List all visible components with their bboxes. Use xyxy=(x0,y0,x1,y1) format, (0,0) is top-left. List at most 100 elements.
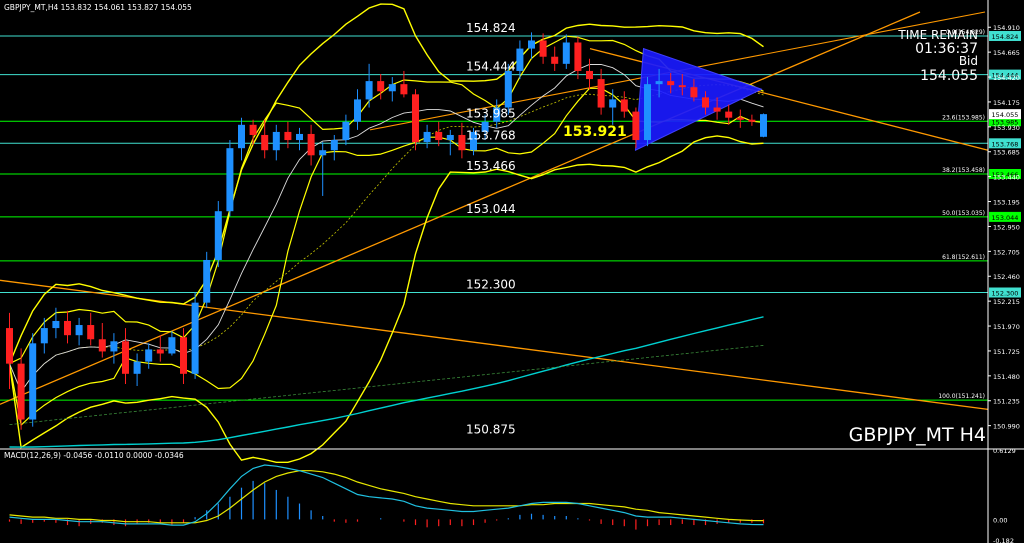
candle-body xyxy=(388,84,396,92)
candle-body xyxy=(180,337,187,374)
candle-body xyxy=(713,107,721,112)
candle-body xyxy=(748,119,756,122)
candle-body xyxy=(330,140,338,151)
candle-body xyxy=(296,133,303,141)
candle-body xyxy=(690,87,698,98)
price-tick-label: 151.970 xyxy=(993,323,1020,331)
fib-label: 38.2(153.458) xyxy=(942,167,985,174)
candle-body xyxy=(145,349,153,362)
candle-body xyxy=(586,70,593,80)
price-tick-label: 154.420 xyxy=(993,74,1020,82)
candle-body xyxy=(377,81,385,92)
candle[interactable] xyxy=(191,292,199,379)
level-label: 150.875 xyxy=(466,422,516,436)
candle[interactable] xyxy=(760,113,767,138)
time-remain-label: TIME REMAIN xyxy=(897,28,978,42)
price-tick-label: 153.685 xyxy=(993,149,1020,157)
chart-info-text: GBPJPY_MT,H4 153.832 154.061 153.827 154… xyxy=(4,3,192,12)
price-tick-label: 151.480 xyxy=(993,373,1020,381)
candle[interactable] xyxy=(29,333,37,427)
price-callout: 153.921 xyxy=(563,124,627,140)
price-tick-label: 154.175 xyxy=(993,99,1020,107)
candle-body xyxy=(423,131,431,143)
candle-body xyxy=(342,121,350,141)
candle-body xyxy=(64,320,71,336)
candle-body xyxy=(307,133,315,156)
candle-body xyxy=(110,341,118,352)
candle[interactable] xyxy=(412,89,419,151)
candle-body xyxy=(504,70,512,108)
candle-body xyxy=(249,124,257,135)
level-label: 154.824 xyxy=(466,21,516,35)
candle-body xyxy=(574,42,582,71)
candle-body xyxy=(191,302,199,374)
price-tick-label: 151.725 xyxy=(993,348,1020,356)
price-tag-text: 152.300 xyxy=(992,290,1019,298)
level-label: 153.466 xyxy=(466,159,516,173)
fib-label: 50.0(153.035) xyxy=(942,210,985,217)
candle-body xyxy=(133,361,141,374)
candle-body xyxy=(365,81,373,100)
candle-body xyxy=(458,134,466,151)
candle-body xyxy=(435,131,443,141)
level-label: 152.300 xyxy=(466,278,516,292)
price-tick-label: 154.910 xyxy=(993,24,1020,32)
price-tick-label: 150.990 xyxy=(993,423,1020,431)
candle-body xyxy=(562,42,570,64)
bid-tag-text: 154.055 xyxy=(992,111,1019,119)
candle-body xyxy=(214,211,222,260)
candle-body xyxy=(98,339,106,352)
candle-body xyxy=(655,81,663,85)
candle-body xyxy=(412,94,419,143)
bid-value: 154.055 xyxy=(920,68,978,84)
candle-body xyxy=(354,99,361,122)
chart-background xyxy=(0,0,1024,543)
candle-body xyxy=(516,48,524,71)
candle-body xyxy=(678,85,686,88)
price-chart[interactable]: 154.824 0.0(154.829)154.444153.985 23.6(15… xyxy=(0,0,1024,543)
candle[interactable] xyxy=(644,77,651,147)
candle-body xyxy=(528,40,535,49)
candle-body xyxy=(620,99,628,112)
candle-body xyxy=(551,56,559,64)
candle-body xyxy=(400,84,408,95)
macd-tick-label: 0.00 xyxy=(993,516,1007,524)
price-tick-label: 152.705 xyxy=(993,248,1020,256)
candle-body xyxy=(87,325,95,340)
price-tick-label: 153.195 xyxy=(993,199,1020,207)
price-tick-label: 151.235 xyxy=(993,398,1020,406)
price-tick-label: 152.950 xyxy=(993,223,1020,231)
level-label: 153.044 xyxy=(466,202,516,216)
candle-body xyxy=(319,150,327,156)
bid-label: Bid xyxy=(959,54,978,68)
level-label: 153.985 xyxy=(466,106,516,120)
candle-body xyxy=(597,79,605,108)
candle[interactable] xyxy=(226,140,234,217)
price-tick-label: 152.460 xyxy=(993,273,1020,281)
candle-body xyxy=(75,325,83,336)
candle-body xyxy=(261,134,269,151)
candle[interactable] xyxy=(203,251,211,308)
candle-body xyxy=(609,99,617,108)
candle-body xyxy=(156,349,164,354)
fib-label: 61.8(152.611) xyxy=(942,254,985,261)
candle-body xyxy=(122,341,129,374)
level-label: 153.768 xyxy=(466,128,516,142)
level-label: 154.444 xyxy=(466,60,516,74)
price-tick-label: 153.930 xyxy=(993,124,1020,132)
price-tick-label: 153.440 xyxy=(993,174,1020,182)
price-tick-label: 152.215 xyxy=(993,298,1020,306)
macd-tick-label: 0.6129 xyxy=(993,447,1016,455)
candle-body xyxy=(272,131,280,151)
candle-body xyxy=(168,337,176,354)
candle-body xyxy=(644,84,651,141)
candle-body xyxy=(226,148,234,212)
candle-body xyxy=(17,363,25,420)
candle-body xyxy=(446,134,454,141)
price-tick-label: 154.665 xyxy=(993,49,1020,57)
price-tag-text: 154.824 xyxy=(992,33,1019,41)
price-tag-text: 153.768 xyxy=(992,140,1019,148)
candle-body xyxy=(284,131,292,141)
fib-label: 100.0(151.241) xyxy=(938,393,985,400)
candle-body xyxy=(702,97,709,108)
